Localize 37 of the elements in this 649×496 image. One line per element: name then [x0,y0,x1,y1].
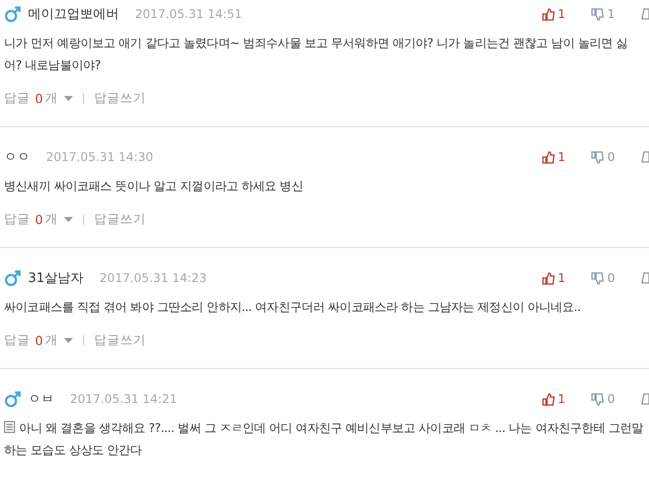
comment-date: 2017.05.31 14:30 [46,150,154,164]
thumbs-down-icon [591,8,604,20]
dislike-button[interactable]: 0 [591,392,615,406]
author-name[interactable]: ㅇㅇ [4,148,30,166]
comment-text: 싸이코패스를 직접 겪어 봐야 그딴소리 안하지... 여자친구더러 싸이코패스라 하는 그남자는 제정신이 아니네요.. [4,299,582,316]
caret-icon [64,338,73,344]
comment-date: 2017.05.31 14:23 [100,271,207,285]
like-button[interactable]: 1 [542,271,566,285]
thumbs-up-icon [542,392,555,406]
write-reply-link[interactable]: 답글쓰기 [94,90,146,107]
dislike-button[interactable]: 0 [591,271,615,285]
caret-icon [64,216,73,222]
thumbs-up-icon [542,272,555,284]
replies-toggle[interactable]: 답글 0 개 [4,90,73,107]
thumbs-down-icon [591,272,604,284]
comment-text: 니가 먼저 예랑이보고 애기 같다고 놀렸다며~ 범죄수사물 보고 무서워하면 애기야? 니가 놀리는건 괜찮고 남이 놀리면 싫어? 내로남불이야? [4,35,629,74]
comment-date: 2017.05.31 14:21 [70,392,178,406]
dislike-button[interactable]: 0 [591,150,615,164]
comment-text: 아니 왜 결혼을 생각해요 ??.... 벌써 그 ㅈㄹ인데 어디 여자친구 예비신부보고 사이코래 ㅁㅊ ... 나는 여자친구한테 그런말 하는 모습도 상상도 안간다 [4,420,644,459]
author-name[interactable]: ㅇㅂ [28,390,54,408]
comment-text: 병신새끼 싸이코패스 뜻이나 알고 지껄이라고 하세요 병신 [4,178,304,195]
author-name[interactable]: 31살남자 [28,269,84,287]
replies-toggle[interactable]: 답글 0 개 [4,332,73,349]
dislike-button[interactable]: 1 [591,7,615,21]
author-name[interactable]: 메이끄업뽀에버 [28,5,119,23]
replies-toggle[interactable]: 답글 0 개 [4,211,73,228]
write-reply-link[interactable]: 답글쓰기 [94,332,146,349]
like-button[interactable]: 1 [542,7,566,21]
caret-icon [64,96,73,102]
thumbs-up-icon [542,8,555,20]
comment-date: 2017.05.31 14:51 [135,7,242,21]
thumbs-up-icon [542,150,555,164]
write-reply-link[interactable]: 답글쓰기 [94,211,146,228]
like-button[interactable]: 1 [542,150,566,164]
like-button[interactable]: 1 [542,392,566,406]
thumbs-down-icon [591,392,604,406]
thumbs-down-icon [591,150,604,164]
